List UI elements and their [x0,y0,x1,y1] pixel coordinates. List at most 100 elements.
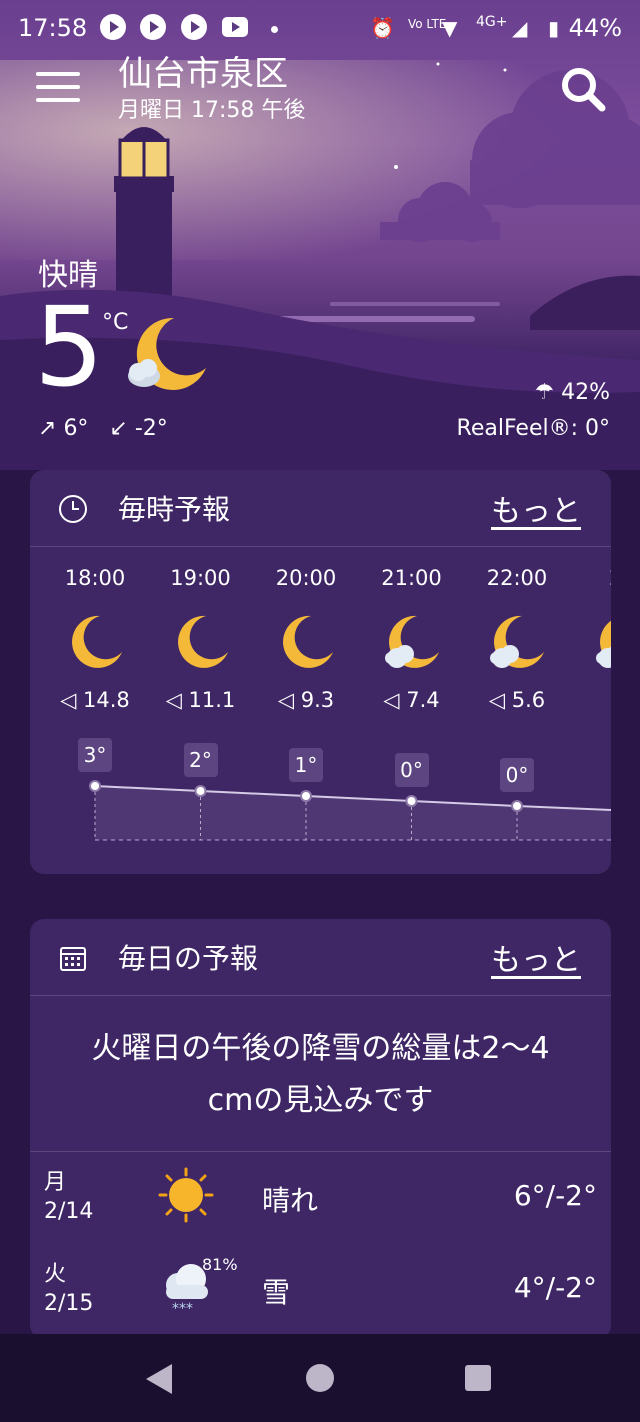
daily-row[interactable]: 月 2/14 晴れ 6°/-2° [30,1163,611,1243]
arrow-up-icon: ↗ [38,416,57,441]
star [503,68,507,72]
arrow-down-icon: ↙ [109,416,128,441]
day-name: 火 [44,1262,67,1287]
hour-wind: ◁ 5.6 [462,688,572,712]
hamburger-menu-icon[interactable] [36,72,80,104]
star [436,62,440,66]
hour-wind: ◁ 9.3 [251,688,361,712]
wind-speed: 5.6 [511,688,546,712]
temp-point [194,785,207,797]
hourly-header: 毎時予報 もっと [30,470,611,547]
volte-icon: Vo LTE [408,17,447,31]
hourly-item[interactable]: 18:00 ◁ 14.8 [40,566,150,712]
wind-direction-icon: ◁ [488,688,512,712]
battery-percent: 44% [568,14,622,42]
home-button[interactable] [306,1364,334,1392]
moon-cloud-icon [128,317,206,390]
day-phrase: 晴れ [262,1184,319,1217]
temp-label: 1° [289,748,323,782]
high-low: ↗ 6° ↙ -2° [38,416,168,441]
calendar-icon [60,947,86,971]
daily-header: 毎日の予報 もっと [30,919,611,996]
location-title[interactable]: 仙台市泉区 [118,46,288,95]
moon-icon [177,615,228,668]
daily-more-link[interactable]: もっと [491,935,581,979]
temp-label: 0° [500,758,534,792]
daily-title: 毎日の予報 [118,942,259,975]
day-phrase: 雪 [262,1276,291,1309]
day-date: 2/14 [44,1199,94,1224]
wind-speed: 14.8 [83,688,130,712]
day-name: 月 [44,1170,67,1195]
wind-speed: 9.3 [300,688,335,712]
status-bar: 17:58 ⏰ Vo LTE ▼ 4G+ ◢ ▮ 44% [0,0,640,58]
hour-time: 19:00 [170,566,231,590]
alarm-icon: ⏰ [370,16,395,40]
play-notification-icon [100,14,126,40]
hourly-item[interactable]: 21:00 ◁ 7.4 [357,566,467,712]
hourly-item[interactable]: 19:00 ◁ 11.1 [146,566,256,712]
temp-label: 3° [78,738,112,772]
divider [30,1151,611,1152]
play-notification-icon [181,14,207,40]
high-temp: 6° [63,416,89,441]
clock-icon [59,495,87,523]
hourly-more-link[interactable]: もっと [491,486,581,530]
hero-banner: 17:58 ⏰ Vo LTE ▼ 4G+ ◢ ▮ 44% 仙台市泉区 月曜日 1… [0,0,640,470]
low-temp: -2° [134,416,168,441]
location-datetime: 月曜日 17:58 午後 [118,98,306,123]
hourly-title: 毎時予報 [118,493,231,526]
battery-icon: ▮ [548,16,560,40]
umbrella-icon: ☂ [534,380,555,405]
summary-line: cmの見込みです [207,1083,434,1118]
hour-time: 20:00 [275,566,337,590]
moon-cloud-icon [384,615,439,668]
day-temp: 6°/-2° [513,1179,597,1212]
status-time: 17:58 [18,14,88,42]
search-icon[interactable] [560,66,606,112]
day-date: 2/15 [44,1291,94,1316]
temp-point [405,795,418,807]
hour-time: 21:00 [381,566,442,590]
more-notifications-icon [271,26,278,33]
hour-wind: ◁ 7.4 [357,688,467,712]
summary-line: 火曜日の午後の降雪の総量は2〜4 [91,1031,550,1066]
temp-point [511,800,523,812]
daily-row[interactable]: 火 2/15 *** 81% 雪 4°/-2° [30,1255,611,1335]
daily-forecast-card[interactable]: 毎日の予報 もっと 火曜日の午後の降雪の総量は2〜4 cmの見込みです 月 2/… [30,919,611,1339]
day-temp: 4°/-2° [513,1271,597,1304]
svg-text:***: *** [172,1301,193,1315]
temp-point [89,780,101,792]
back-button[interactable] [146,1364,172,1394]
temp-point [300,790,312,802]
moon-icon [283,615,333,668]
hourly-item[interactable]: 20:00 ◁ 9.3 [251,566,361,712]
daily-summary[interactable]: 火曜日の午後の降雪の総量は2〜4 cmの見込みです [50,1023,591,1127]
wind-direction-icon: ◁ [165,688,189,712]
current-temperature: 5 [34,283,104,411]
wind-speed: 11.1 [188,688,236,712]
hour-wind: ◁ 11.1 [146,688,256,712]
moon-cloud-icon [490,615,544,668]
hourly-item[interactable]: 22:00 ◁ 5.6 [462,566,572,712]
hour-wind: ◁ 14.8 [40,688,150,712]
hour-time: 23 [568,566,611,590]
wifi-icon: ▼ [442,16,458,40]
wind-direction-icon: ◁ [277,688,301,712]
play-notification-icon [140,14,166,40]
hour-time: 22:00 [486,566,548,590]
realfeel: RealFeel®: 0° [456,416,610,441]
youtube-notification-icon [222,17,248,37]
moon-cloud-icon [595,620,611,668]
signal-icon: ◢ [512,16,528,40]
temp-label: 0° [394,753,429,787]
sun-icon [158,1167,214,1223]
wind-direction-icon: ◁ [383,688,407,712]
precipitation: ☂ 42% [534,380,610,405]
temp-label: 2° [183,743,218,777]
wind-direction-icon: ◁ [60,688,84,712]
system-navigation-bar [0,1334,640,1422]
hourly-forecast-card[interactable]: 毎時予報 もっと 18:00 ◁ 14.8 19:00 ◁ 11.1 20:00 ◁ 9.… [30,470,611,874]
recents-button[interactable] [465,1365,491,1391]
hourly-item[interactable]: 23 [568,566,611,670]
